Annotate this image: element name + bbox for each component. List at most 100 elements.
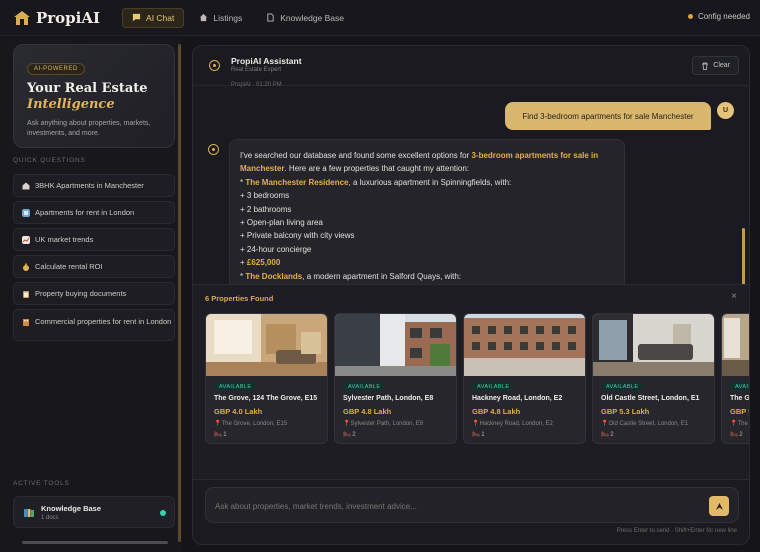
available-badge: AVAILABLE — [730, 382, 749, 391]
property-title: Hackney Road, London, E2 — [472, 395, 563, 402]
address-text: Old Castle Street, London, E1 — [608, 421, 689, 427]
msg-line: + 24-hour concierge — [240, 244, 312, 254]
address-text: The — [737, 421, 748, 427]
property-card[interactable]: AVAILABLE Old Castle Street, London, E1 … — [592, 313, 715, 444]
property-title: The G — [730, 395, 750, 402]
tab-knowledge-base[interactable]: Knowledge Base — [257, 8, 353, 28]
msg-property-1-desc: , a luxurious apartment in Spinningfield… — [348, 177, 512, 187]
tool-knowledge-base[interactable]: Knowledge Base 1 docs — [13, 496, 175, 528]
msg-property-1-price: £625,000 — [246, 258, 281, 268]
properties-panel: 6 Properties Found × AVAILABLE The Grove… — [193, 284, 750, 480]
clear-button[interactable]: Clear — [692, 56, 739, 75]
chat-panel: PropiAI Assistant Real Estate Expert Cle… — [192, 45, 750, 545]
available-badge: AVAILABLE — [601, 382, 644, 391]
app-name: PropiAI — [36, 8, 101, 27]
available-badge: AVAILABLE — [343, 382, 386, 391]
quick-question-rental-roi[interactable]: Calculate rental ROI — [13, 255, 175, 278]
chat-header: PropiAI Assistant Real Estate Expert Cle… — [193, 46, 749, 86]
beds-count: 1 — [223, 432, 227, 438]
assistant-icon — [209, 60, 220, 71]
property-photo — [722, 314, 749, 376]
quick-question-buying-documents[interactable]: Property buying documents — [13, 282, 175, 305]
hero-title: Your Real Estate — [27, 81, 148, 96]
books-icon — [24, 509, 34, 517]
property-beds: 🛏 1 — [214, 431, 227, 438]
user-message: Find 3-bedroom apartments for sale Manch… — [505, 102, 711, 130]
property-price: GBP 4.8 Lakh — [343, 407, 392, 416]
msg-property-2-desc: , a modern apartment in Salford Quays, w… — [302, 271, 461, 281]
chat-scrollbar[interactable] — [742, 228, 745, 286]
bed-icon: 🛏 — [730, 432, 738, 438]
clipboard-icon — [23, 290, 29, 298]
config-status[interactable]: Config needed — [687, 12, 750, 21]
msg-line: + 3 bedrooms — [240, 191, 290, 201]
address-text: Hackney Road, London, E2 — [479, 421, 553, 427]
chat-subtitle: Real Estate Expert — [231, 67, 282, 73]
active-tools-label: ACTIVE TOOLS — [13, 480, 70, 487]
property-card[interactable]: AVAILABLE The G GBP 5 📍The 🛏 2 — [721, 313, 750, 444]
sidebar-horizontal-scrollbar[interactable] — [22, 541, 168, 544]
property-price: GBP 5 — [730, 407, 749, 416]
input-hint: Press Enter to send · Shift+Enter for ne… — [616, 528, 737, 534]
sidebar-scrollbar[interactable] — [178, 44, 181, 542]
quick-question-label: Commercial properties for rent in London — [35, 317, 172, 326]
properties-count-title: 6 Properties Found — [205, 294, 274, 303]
input-placeholder: Ask about properties, market trends, inv… — [215, 502, 417, 511]
send-button[interactable] — [709, 496, 729, 516]
quick-question-market-trends[interactable]: UK market trends — [13, 228, 175, 251]
msg-property-1-name: The Manchester Residence — [245, 177, 349, 187]
address-text: The Grove, London, E15 — [221, 421, 288, 427]
property-address: 📍Sylvester Path, London, E8 — [343, 420, 423, 427]
quick-question-3bhk-manchester[interactable]: 3BHK Apartments in Manchester — [13, 174, 175, 197]
trash-icon — [702, 62, 709, 70]
bed-icon: 🛏 — [343, 432, 351, 438]
user-avatar[interactable]: U — [717, 102, 734, 119]
property-address: 📍Old Castle Street, London, E1 — [601, 420, 688, 427]
quick-question-label: 3BHK Apartments in Manchester — [35, 181, 144, 190]
quick-question-commercial-london[interactable]: Commercial properties for rent in London — [13, 309, 175, 341]
msg-line: + 2 bathrooms — [240, 204, 292, 214]
property-photo — [335, 314, 456, 376]
message-input[interactable]: Ask about properties, market trends, inv… — [205, 487, 739, 523]
close-icon[interactable]: × — [731, 291, 737, 302]
tab-listings[interactable]: Listings — [190, 8, 251, 28]
property-address: 📍Hackney Road, London, E2 — [472, 420, 553, 427]
property-address: 📍The Grove, London, E15 — [214, 420, 287, 427]
property-card[interactable]: AVAILABLE Sylvester Path, London, E8 GBP… — [334, 313, 457, 444]
available-badge: AVAILABLE — [472, 382, 515, 391]
bed-icon: 🛏 — [472, 432, 480, 438]
tab-ai-chat[interactable]: AI Chat — [122, 7, 185, 28]
beds-count: 1 — [481, 432, 485, 438]
property-title: The Grove, 124 The Grove, E15 — [214, 395, 318, 402]
property-card[interactable]: AVAILABLE Hackney Road, London, E2 GBP 4… — [463, 313, 586, 444]
msg-intro-post: . Here are a few properties that caught … — [284, 164, 470, 174]
app-logo[interactable]: PropiAI — [14, 9, 100, 27]
tool-name: Knowledge Base — [41, 504, 102, 513]
property-photo — [206, 314, 327, 376]
quick-question-rent-london[interactable]: Apartments for rent in London — [13, 201, 175, 224]
property-price: GBP 5.3 Lakh — [601, 407, 650, 416]
clear-label: Clear — [713, 62, 730, 69]
chat-title: PropiAI Assistant — [231, 56, 302, 66]
quick-question-label: Apartments for rent in London — [35, 208, 135, 217]
msg-property-2-name: The Docklands — [245, 271, 303, 281]
document-icon — [267, 13, 274, 22]
property-beds: 🛏 2 — [601, 431, 614, 438]
top-bar: PropiAI AI Chat Listings Knowledge Base … — [0, 0, 760, 36]
property-photo — [593, 314, 714, 376]
property-card[interactable]: AVAILABLE The Grove, 124 The Grove, E15 … — [205, 313, 328, 444]
house-logo-icon — [14, 10, 30, 25]
tool-doc-count: 1 docs — [41, 515, 59, 521]
message-timestamp: PropiAI · 01:20 PM — [231, 82, 282, 88]
tool-partial — [13, 536, 175, 552]
chart-icon — [22, 235, 30, 244]
assistant-avatar-icon — [208, 144, 219, 155]
tab-label: Listings — [213, 12, 243, 23]
money-bag-icon — [23, 263, 29, 271]
property-photo — [464, 314, 585, 376]
property-price: GBP 4.0 Lakh — [214, 407, 263, 416]
status-dot-icon — [687, 14, 693, 19]
tab-label: AI Chat — [146, 12, 175, 23]
assistant-message: I've searched our database and found som… — [229, 139, 625, 289]
msg-line: + Open-plan living area — [240, 218, 323, 228]
